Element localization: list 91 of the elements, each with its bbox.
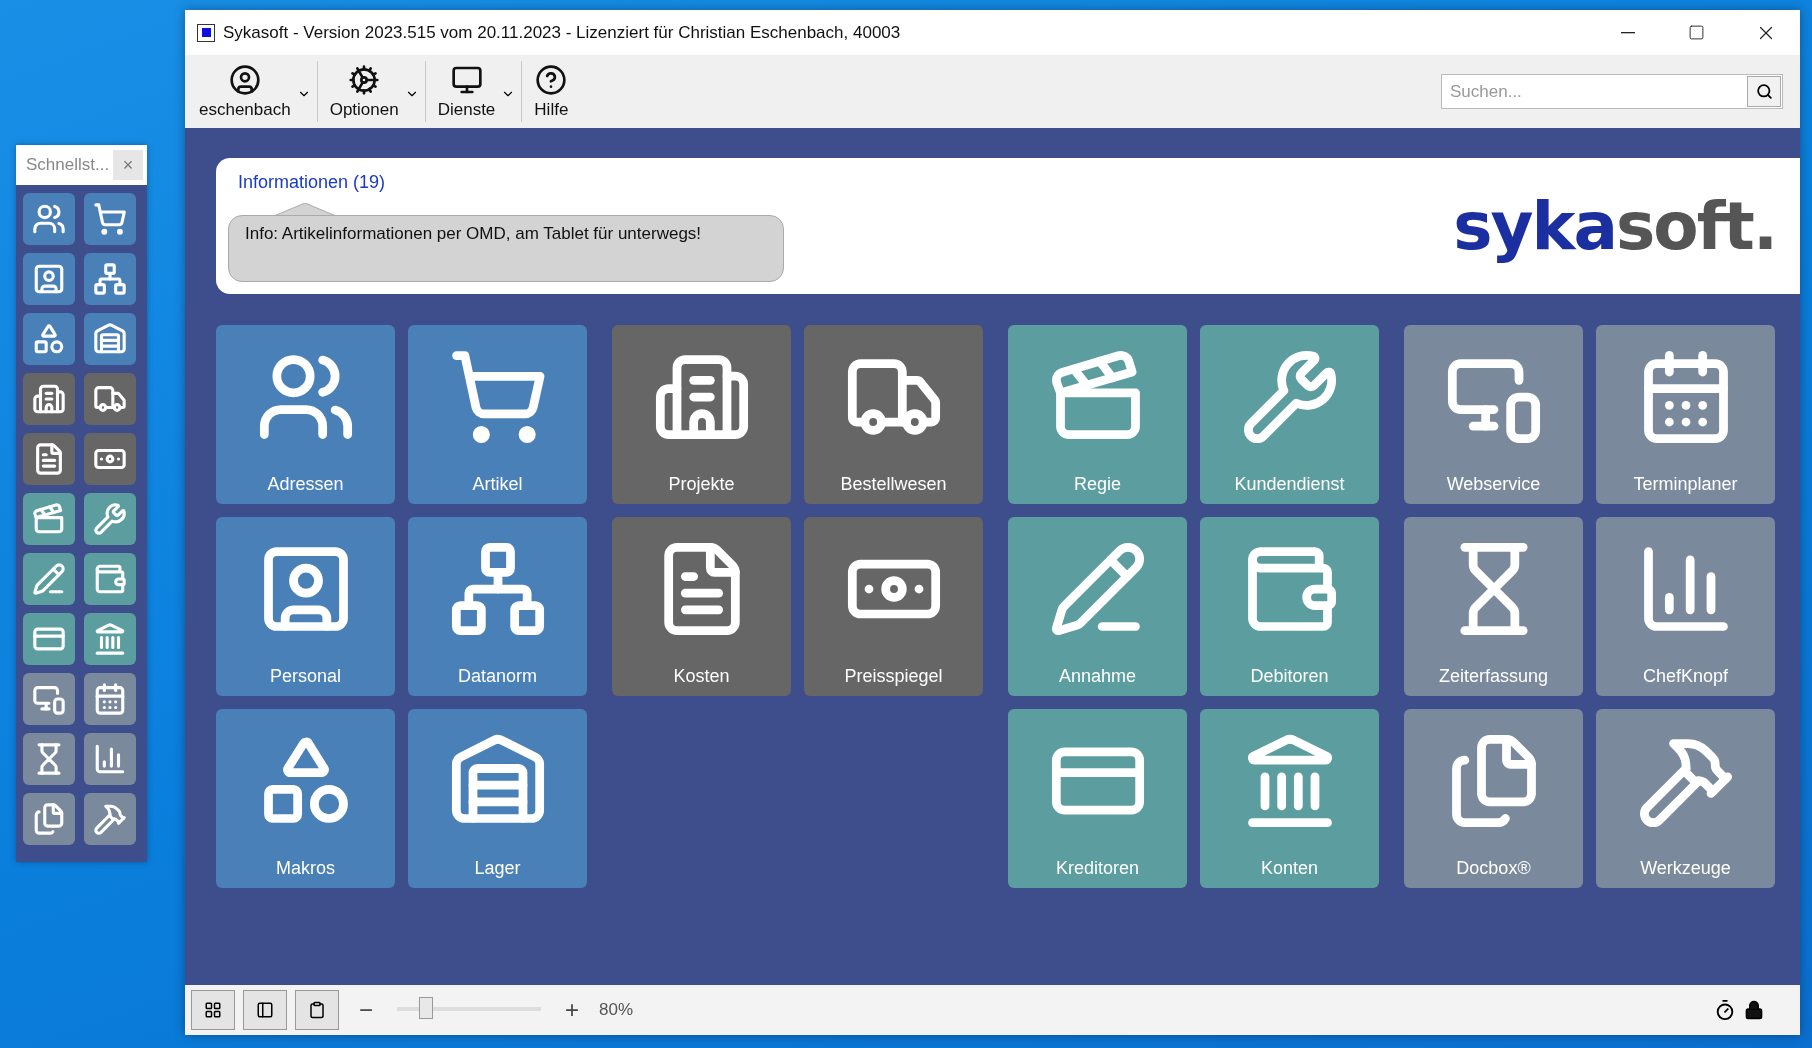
search-button[interactable] (1747, 76, 1781, 107)
quick-launch-button[interactable] (84, 673, 136, 725)
search-icon (1755, 83, 1773, 100)
quick-launch-button[interactable] (84, 733, 136, 785)
quick-launch-button[interactable] (23, 553, 75, 605)
calendar-icon (93, 682, 127, 716)
module-tile[interactable]: Terminplaner (1596, 325, 1775, 504)
quick-launch-button[interactable] (23, 373, 75, 425)
info-link[interactable]: Informationen (19) (238, 172, 386, 193)
help-icon (535, 63, 568, 96)
user-icon (228, 63, 261, 96)
shapes-icon (32, 322, 66, 356)
zoom-reading: 80% (599, 1000, 634, 1020)
quick-launch-button[interactable] (84, 493, 136, 545)
panel-icon (256, 1001, 274, 1019)
module-tile[interactable]: Lager (408, 709, 587, 888)
quick-launch-button[interactable] (23, 253, 75, 305)
panel-title: Schnellst... (26, 155, 110, 175)
panel-view-button[interactable] (243, 990, 287, 1030)
files-icon (32, 802, 66, 836)
users-icon (32, 202, 66, 236)
quick-launch-button[interactable] (23, 733, 75, 785)
close-button[interactable]: × (113, 150, 143, 180)
bar-chart-icon (93, 742, 127, 776)
window-title: Sykasoft - Version 2023.515 vom 20.11.2023 - Lizenziert für Christian Eschenbach, 40003 (223, 22, 902, 43)
quick-launch-button[interactable] (23, 193, 75, 245)
module-tile[interactable]: Zeiterfassung (1404, 517, 1583, 696)
quick-launch-button[interactable] (23, 793, 75, 845)
bubble-pointer (274, 203, 336, 216)
quick-launch-button[interactable] (84, 613, 136, 665)
module-tile[interactable]: Regie (1008, 325, 1187, 504)
search-field[interactable]: Suchen... (1441, 74, 1783, 109)
pencil-icon (32, 562, 66, 596)
module-tile[interactable]: Webservice (1404, 325, 1583, 504)
module-tile[interactable]: Adressen (216, 325, 395, 504)
quick-launch-button[interactable] (23, 493, 75, 545)
module-tile[interactable]: Docbox® (1404, 709, 1583, 888)
module-tile[interactable]: Preisspiegel (804, 517, 983, 696)
module-tile[interactable]: Annahme (1008, 517, 1187, 696)
module-tile[interactable]: Artikel (408, 325, 587, 504)
bank-icon (93, 622, 127, 656)
module-tile[interactable]: Konten (1200, 709, 1379, 888)
minimize-icon (1620, 31, 1635, 34)
building-icon (32, 382, 66, 416)
module-tile[interactable]: Kundendienst (1200, 325, 1379, 504)
toolbar-button[interactable]: Optionen (323, 63, 405, 120)
quick-launch-button[interactable] (23, 613, 75, 665)
id-card-icon (32, 262, 66, 296)
wrench-icon (93, 502, 127, 536)
toolbar-button[interactable]: eschenbach (193, 63, 297, 120)
module-tile[interactable]: Kreditoren (1008, 709, 1187, 888)
warehouse-icon (93, 322, 127, 356)
clipboard-button[interactable] (295, 990, 339, 1030)
wallet-icon (93, 562, 127, 596)
module-tile[interactable]: Makros (216, 709, 395, 888)
hammer-icon (93, 802, 127, 836)
module-tile[interactable]: Bestellwesen (804, 325, 983, 504)
toolbar-button[interactable]: Hilfe (528, 63, 575, 120)
quick-launch-button[interactable] (84, 253, 136, 305)
tile-view-button[interactable] (191, 990, 235, 1030)
zoom-out-button[interactable]: − (353, 996, 379, 1024)
quick-launch-button[interactable] (23, 313, 75, 365)
module-tile[interactable]: ChefKnopf (1596, 517, 1775, 696)
clipboard-icon (308, 1001, 326, 1019)
logo: sykasoft. (1453, 187, 1776, 265)
clapperboard-icon (32, 502, 66, 536)
quick-launch-button[interactable] (84, 433, 136, 485)
quick-launch-button[interactable] (84, 313, 136, 365)
quick-launch-button[interactable] (84, 553, 136, 605)
toolbar-button[interactable]: Dienste (431, 63, 502, 120)
grid-icon (204, 1001, 222, 1019)
module-tile[interactable]: Personal (216, 517, 395, 696)
lock-icon[interactable] (1744, 1000, 1764, 1020)
quick-launch-button[interactable] (84, 793, 136, 845)
quick-launch-button[interactable] (23, 433, 75, 485)
module-tile[interactable]: Projekte (612, 325, 791, 504)
zoom-in-button[interactable]: + (559, 996, 586, 1024)
module-tile[interactable]: Debitoren (1200, 517, 1379, 696)
quick-launch-button[interactable] (84, 373, 136, 425)
quick-launch-button[interactable] (23, 673, 75, 725)
maximize-icon (1688, 24, 1705, 41)
settings-icon (348, 63, 381, 96)
module-tile[interactable]: Werkzeuge (1596, 709, 1775, 888)
module-tile[interactable]: Kosten (612, 517, 791, 696)
stopwatch-icon[interactable] (1714, 999, 1736, 1021)
module-tile[interactable]: Datanorm (408, 517, 587, 696)
slider-thumb[interactable] (418, 997, 433, 1019)
cart-icon (93, 202, 127, 236)
network-icon (93, 262, 127, 296)
app-icon (197, 23, 215, 42)
quick-launch-button[interactable] (84, 193, 136, 245)
